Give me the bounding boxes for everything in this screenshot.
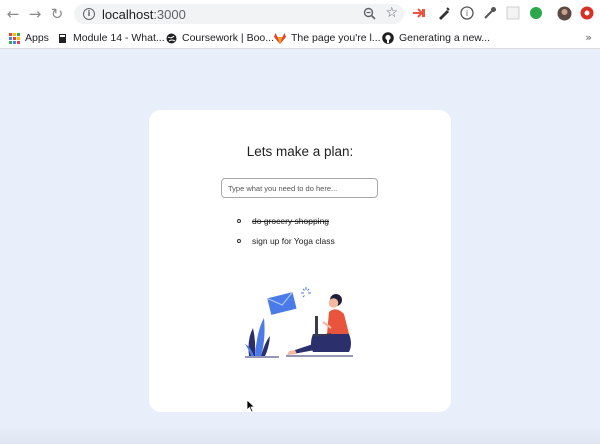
page-title: Lets make a plan: (246, 144, 354, 159)
blank-extension-icon[interactable] (505, 5, 521, 21)
circle-info-icon[interactable]: i (459, 5, 475, 21)
bullet-circle-icon (237, 219, 241, 223)
url-host: localhost (102, 6, 154, 22)
browser-toolbar: ← → ↻ i localhost:3000 ☆ i (0, 0, 600, 27)
back-arrow-icon[interactable]: ← (2, 3, 24, 25)
bookmark-label: Apps (25, 32, 49, 44)
bookmark-page-youre-looking[interactable]: The page you're l... (274, 30, 381, 46)
pen-icon[interactable] (436, 5, 452, 21)
todo-list: do grocery shopping sign up for Yoga cla… (237, 211, 335, 251)
woman-with-laptop-illustration (245, 287, 353, 358)
url-port: :3000 (153, 6, 186, 22)
book-icon (56, 32, 68, 44)
planner-card: Lets make a plan: do grocery shopping si… (149, 110, 451, 412)
bottom-divider (0, 430, 600, 444)
bookmark-apps[interactable]: Apps (8, 30, 49, 46)
bookmark-label: Coursework | Boo... (182, 32, 275, 44)
bookmark-module-14[interactable]: Module 14 - What... (56, 30, 165, 46)
todo-item[interactable]: sign up for Yoga class (237, 231, 335, 251)
bookmark-label: Module 14 - What... (73, 32, 165, 44)
bookmark-generating-new[interactable]: Generating a new... (382, 30, 490, 46)
bookmark-label: The page you're l... (291, 32, 381, 44)
forward-arrow-icon[interactable]: → (24, 3, 46, 25)
gitlab-icon (274, 32, 286, 44)
zoom-icon[interactable] (363, 7, 376, 25)
reload-icon[interactable]: ↻ (46, 3, 68, 25)
github-icon (382, 32, 394, 44)
bookmark-coursework[interactable]: Coursework | Boo... (165, 30, 274, 46)
red-extension-icon[interactable] (579, 5, 595, 21)
todo-text[interactable]: do grocery shopping (252, 216, 329, 226)
address-bar[interactable]: i localhost:3000 ☆ (74, 4, 404, 24)
more-bookmarks-chevron-icon[interactable]: » (585, 31, 592, 44)
url-text[interactable]: localhost:3000 (102, 7, 186, 22)
bookmark-label: Generating a new... (399, 32, 491, 44)
extension-arrow-icon[interactable] (411, 5, 427, 21)
mouse-cursor-icon (246, 399, 256, 413)
profile-avatar-icon[interactable] (556, 5, 572, 21)
todo-input[interactable] (221, 178, 378, 198)
bookmark-star-icon[interactable]: ☆ (385, 5, 398, 21)
todo-item[interactable]: do grocery shopping (237, 211, 335, 231)
svg-text:i: i (466, 9, 468, 18)
todo-text[interactable]: sign up for Yoga class (252, 236, 335, 246)
bookmarks-bar: Apps Module 14 - What... Coursework | Bo… (0, 27, 600, 49)
bullet-circle-icon (237, 239, 241, 243)
site-info-icon[interactable]: i (83, 8, 95, 20)
globe-icon (165, 32, 177, 44)
eyedropper-icon[interactable] (482, 5, 498, 21)
green-leaf-icon[interactable] (528, 5, 544, 21)
apps-grid-icon (8, 32, 20, 44)
